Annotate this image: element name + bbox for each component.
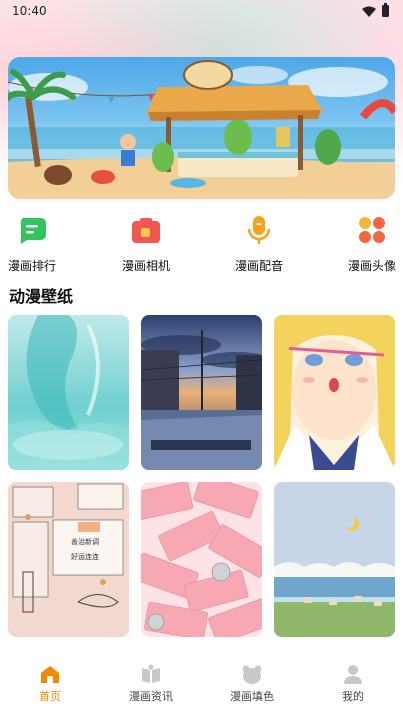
wifi-icon	[362, 6, 376, 17]
feature-comic-dubbing[interactable]: 漫画配音	[235, 215, 305, 274]
home-icon	[41, 666, 59, 683]
nav-label: 我的	[342, 690, 364, 703]
nav-mine[interactable]: 我的	[313, 664, 393, 704]
nav-home[interactable]: 首页	[10, 664, 90, 704]
wallpaper-anime-girl[interactable]	[274, 315, 395, 470]
nav-label: 漫画资讯	[129, 690, 173, 703]
chat-lines-icon	[17, 215, 47, 245]
status-bar: 10:40	[0, 0, 403, 22]
person-icon	[344, 665, 362, 684]
feature-label: 漫画头像	[348, 259, 397, 273]
sketch-text-line2: 好运连连	[71, 553, 99, 561]
bear-icon	[242, 665, 262, 684]
book-icon	[142, 664, 160, 683]
feature-comic-avatar[interactable]: 漫画头像	[348, 215, 403, 274]
nav-label: 首页	[39, 690, 61, 703]
nav-comic-news[interactable]: 漫画资讯	[111, 664, 191, 704]
battery-icon	[382, 3, 389, 17]
nav-label: 漫画填色	[230, 690, 274, 703]
banner-carousel[interactable]	[8, 57, 395, 199]
wallpaper-ocean-wave[interactable]	[8, 315, 129, 470]
four-dots-icon	[357, 215, 387, 245]
feature-comic-ranking[interactable]: 漫画排行	[8, 215, 78, 274]
wallpaper-city-street-dusk[interactable]	[141, 315, 262, 470]
microphone-icon	[244, 215, 274, 245]
nav-comic-coloring[interactable]: 漫画填色	[212, 664, 292, 704]
feature-row: 漫画排行 漫画相机 漫画配音 漫画头像	[0, 215, 403, 275]
wallpaper-beach-moon-pixel[interactable]	[274, 482, 395, 637]
wallpaper-section-title: 动漫壁纸	[9, 287, 74, 306]
wallpaper-sketch-collage[interactable]: 善治新调 好运连连	[8, 482, 129, 637]
wallpaper-banknotes[interactable]	[141, 482, 262, 637]
status-icons	[362, 3, 389, 17]
sketch-text-line1: 善治新调	[71, 538, 99, 546]
status-time: 10:40	[12, 4, 47, 18]
bottom-navigation: 首页 漫画资讯 漫画填色 我的	[0, 652, 403, 717]
camera-icon	[131, 215, 161, 245]
feature-comic-camera[interactable]: 漫画相机	[122, 215, 192, 274]
feature-label: 漫画排行	[8, 259, 57, 273]
feature-label: 漫画配音	[235, 259, 284, 273]
beach-cafe-illustration	[8, 60, 395, 199]
feature-label: 漫画相机	[122, 259, 171, 273]
